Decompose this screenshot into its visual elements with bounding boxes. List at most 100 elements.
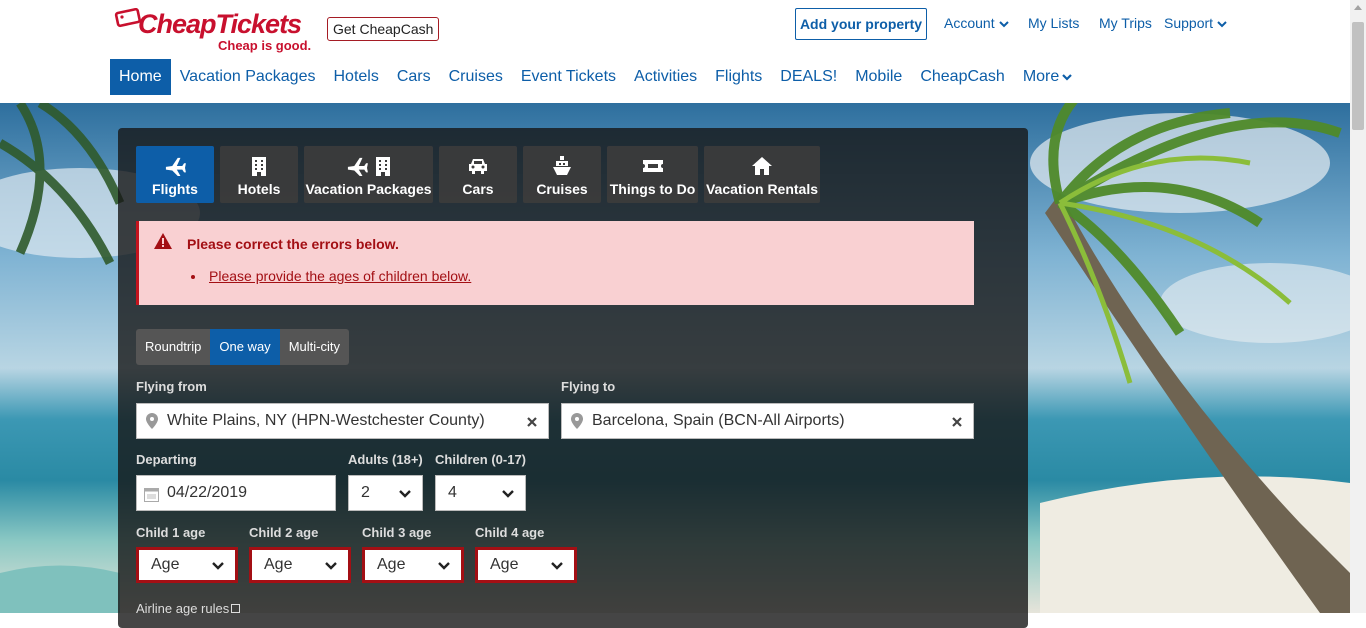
nav-home[interactable]: Home <box>110 59 171 95</box>
airline-age-rules-label: Airline age rules <box>136 601 230 616</box>
child-4-age-value: Age <box>490 556 519 573</box>
ship-icon <box>553 156 571 175</box>
my-lists-link[interactable]: My Lists <box>1028 15 1079 31</box>
clear-icon[interactable] <box>527 417 537 427</box>
trip-type-multi-city[interactable]: Multi-city <box>279 329 349 365</box>
child-2-age-value: Age <box>264 556 293 573</box>
nav-hotels[interactable]: Hotels <box>324 59 387 95</box>
chevron-down-icon <box>998 21 1009 28</box>
nav-flights[interactable]: Flights <box>706 59 771 95</box>
plane-icon <box>165 157 186 176</box>
external-link-icon <box>231 604 241 613</box>
child-2-age-label: Child 2 age <box>249 525 319 540</box>
nav-more-label: More <box>1022 68 1060 85</box>
site-header: CheapTickets Cheap is good. Get CheapCas… <box>0 0 1350 103</box>
adults-select[interactable]: 2 <box>348 475 423 511</box>
flying-to-input[interactable]: Barcelona, Spain (BCN-All Airports) <box>561 403 974 439</box>
departing-value: 04/22/2019 <box>167 484 248 501</box>
tab-label: Hotels <box>237 181 281 197</box>
nav-activities[interactable]: Activities <box>625 59 706 95</box>
children-select[interactable]: 4 <box>435 475 526 511</box>
chevron-down-icon <box>1062 73 1073 81</box>
child-1-age-select[interactable]: Age <box>136 547 238 583</box>
tab-label: Things to Do <box>609 181 696 197</box>
warning-icon <box>154 233 172 249</box>
nav-mobile[interactable]: Mobile <box>846 59 911 95</box>
nav-cruises[interactable]: Cruises <box>440 59 512 95</box>
page-scrollbar[interactable] <box>1350 0 1366 613</box>
child-1-age-label: Child 1 age <box>136 525 206 540</box>
child-4-age-select[interactable]: Age <box>475 547 577 583</box>
adults-label: Adults (18+) <box>348 452 423 467</box>
error-bullet <box>191 275 195 279</box>
tab-label: Cars <box>462 181 494 197</box>
add-your-property-button[interactable]: Add your property <box>795 8 927 40</box>
house-icon <box>752 157 772 175</box>
logo-text: CheapTickets <box>138 9 302 39</box>
tab-label: Vacation Packages <box>305 181 432 197</box>
tab-vacation-packages[interactable]: Vacation Packages <box>304 146 433 203</box>
tab-cruises[interactable]: Cruises <box>523 146 601 203</box>
scroll-up-arrow-icon[interactable] <box>1354 5 1362 10</box>
airline-age-rules-link[interactable]: Airline age rules <box>136 601 241 616</box>
tab-flights[interactable]: Flights <box>136 146 214 203</box>
chevron-down-icon <box>399 490 411 498</box>
nav-event-tickets[interactable]: Event Tickets <box>512 59 625 95</box>
tab-things-to-do[interactable]: Things to Do <box>607 146 698 203</box>
nav-more[interactable]: More <box>1014 59 1082 95</box>
chevron-down-icon <box>212 562 224 570</box>
trip-type-toggle: Roundtrip One way Multi-city <box>136 329 349 365</box>
children-label: Children (0-17) <box>435 452 527 467</box>
chevron-down-icon <box>502 490 514 498</box>
main-nav: Home Vacation Packages Hotels Cars Cruis… <box>110 59 1082 95</box>
trip-type-roundtrip[interactable]: Roundtrip <box>136 329 211 365</box>
tab-label: Vacation Rentals <box>705 181 819 197</box>
nav-cheapcash[interactable]: CheapCash <box>911 59 1014 95</box>
departing-label: Departing <box>136 452 197 467</box>
child-2-age-select[interactable]: Age <box>249 547 351 583</box>
nav-cars[interactable]: Cars <box>388 59 440 95</box>
child-3-age-select[interactable]: Age <box>362 547 464 583</box>
error-title: Please correct the errors below. <box>187 236 399 252</box>
flying-to-value: Barcelona, Spain (BCN-All Airports) <box>592 412 845 429</box>
child-1-age-value: Age <box>151 556 180 573</box>
child-3-age-label: Child 3 age <box>362 525 432 540</box>
building-icon <box>252 157 266 176</box>
error-link-child-ages[interactable]: Please provide the ages of children belo… <box>209 268 471 284</box>
tab-vacation-rentals[interactable]: Vacation Rentals <box>704 146 820 203</box>
get-cheapcash-button[interactable]: Get CheapCash <box>327 17 440 41</box>
building-icon <box>375 157 390 176</box>
nav-vacation-packages[interactable]: Vacation Packages <box>171 59 325 95</box>
departing-date-input[interactable]: 04/22/2019 <box>136 475 336 511</box>
account-menu[interactable]: Account <box>944 15 1010 31</box>
children-value: 4 <box>448 484 457 501</box>
chevron-down-icon <box>551 562 563 570</box>
logo-slogan: Cheap is good. <box>218 38 312 53</box>
support-label: Support <box>1164 15 1214 31</box>
car-icon <box>469 159 487 174</box>
support-menu[interactable]: Support <box>1164 15 1228 31</box>
trip-type-one-way[interactable]: One way <box>210 329 280 365</box>
flying-from-input[interactable]: White Plains, NY (HPN-Westchester County… <box>136 403 549 439</box>
plane-icon <box>347 157 368 176</box>
my-trips-link[interactable]: My Trips <box>1099 15 1152 31</box>
tab-label: Flights <box>152 181 198 197</box>
tab-hotels[interactable]: Hotels <box>220 146 298 203</box>
flying-from-value: White Plains, NY (HPN-Westchester County… <box>167 412 485 429</box>
cheaptickets-logo[interactable]: CheapTickets Cheap is good. <box>110 8 320 54</box>
adults-value: 2 <box>361 484 370 501</box>
clear-icon[interactable] <box>952 417 962 427</box>
location-pin-icon <box>571 413 583 429</box>
chevron-down-icon <box>325 562 337 570</box>
child-4-age-label: Child 4 age <box>475 525 545 540</box>
location-pin-icon <box>146 413 158 429</box>
search-panel: Flights Hotels Vacation Packages Cars Cr… <box>118 128 1028 628</box>
product-tabs: Flights Hotels Vacation Packages Cars Cr… <box>136 146 826 203</box>
account-label: Account <box>944 15 995 31</box>
error-alert: Please correct the errors below. Please … <box>136 221 974 305</box>
scrollbar-thumb[interactable] <box>1352 22 1364 130</box>
tab-cars[interactable]: Cars <box>439 146 517 203</box>
ticket-icon <box>642 160 663 172</box>
nav-deals[interactable]: DEALS! <box>771 59 846 95</box>
flying-to-label: Flying to <box>561 379 616 394</box>
